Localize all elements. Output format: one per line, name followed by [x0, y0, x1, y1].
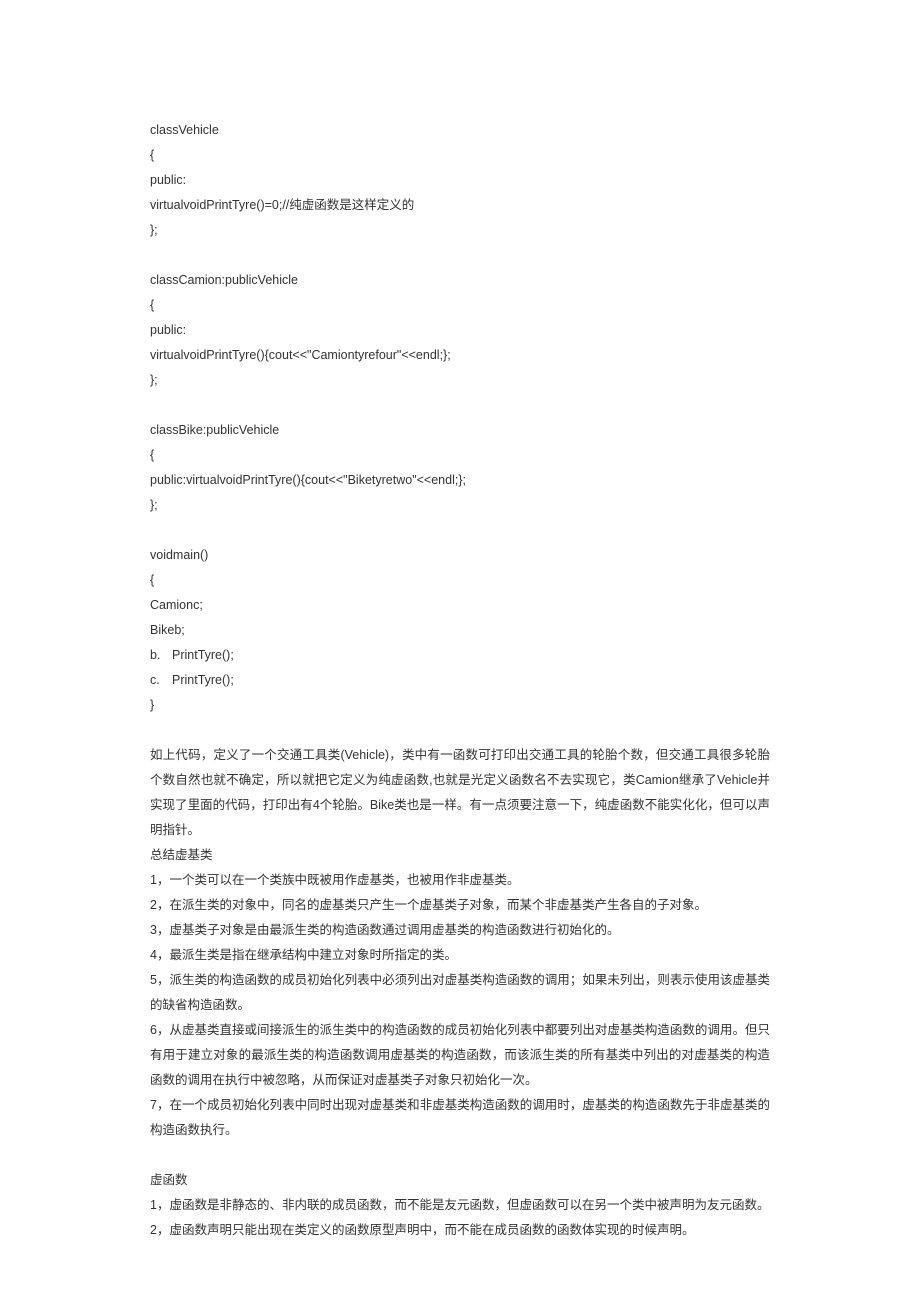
code-line: classCamion:publicVehicle — [150, 268, 770, 293]
code-line: }; — [150, 368, 770, 393]
code-line: { — [150, 568, 770, 593]
code-line: classVehicle — [150, 118, 770, 143]
list-letter: c. — [150, 668, 172, 693]
list-item: 2，在派生类的对象中，同名的虚基类只产生一个虚基类子对象，而某个非虚基类产生各自… — [150, 893, 770, 918]
section-title: 总结虚基类 — [150, 843, 770, 868]
list-item: 1，虚函数是非静态的、非内联的成员函数，而不能是友元函数，但虚函数可以在另一个类… — [150, 1193, 770, 1218]
code-text: PrintTyre(); — [172, 668, 234, 693]
code-line: }; — [150, 218, 770, 243]
code-line: public:virtualvoidPrintTyre(){cout<<"Bik… — [150, 468, 770, 493]
code-line: b. PrintTyre(); — [150, 643, 770, 668]
code-line: }; — [150, 493, 770, 518]
blank-line — [150, 243, 770, 268]
blank-line — [150, 1143, 770, 1168]
document-page: classVehicle { public: virtualvoidPrintT… — [0, 0, 920, 1303]
blank-line — [150, 518, 770, 543]
list-item: 1，一个类可以在一个类族中既被用作虚基类，也被用作非虚基类。 — [150, 868, 770, 893]
code-line: { — [150, 143, 770, 168]
list-item: 2，虚函数声明只能出现在类定义的函数原型声明中，而不能在成员函数的函数体实现的时… — [150, 1218, 770, 1243]
list-item: 4，最派生类是指在继承结构中建立对象时所指定的类。 — [150, 943, 770, 968]
list-item: 3，虚基类子对象是由最派生类的构造函数通过调用虚基类的构造函数进行初始化的。 — [150, 918, 770, 943]
section-title: 虚函数 — [150, 1168, 770, 1193]
code-line: Bikeb; — [150, 618, 770, 643]
code-line: } — [150, 693, 770, 718]
code-line: c. PrintTyre(); — [150, 668, 770, 693]
code-text: PrintTyre(); — [172, 643, 234, 668]
list-item: 5，派生类的构造函数的成员初始化列表中必须列出对虚基类构造函数的调用；如果未列出… — [150, 968, 770, 1018]
code-line: { — [150, 293, 770, 318]
code-line: public: — [150, 318, 770, 343]
code-line: voidmain() — [150, 543, 770, 568]
code-line: virtualvoidPrintTyre()=0;//纯虚函数是这样定义的 — [150, 193, 770, 218]
paragraph: 如上代码，定义了一个交通工具类(Vehicle)，类中有一函数可打印出交通工具的… — [150, 743, 770, 843]
blank-line — [150, 393, 770, 418]
list-item: 6，从虚基类直接或间接派生的派生类中的构造函数的成员初始化列表中都要列出对虚基类… — [150, 1018, 770, 1093]
list-item: 7，在一个成员初始化列表中同时出现对虚基类和非虚基类构造函数的调用时，虚基类的构… — [150, 1093, 770, 1143]
code-line: classBike:publicVehicle — [150, 418, 770, 443]
code-line: public: — [150, 168, 770, 193]
code-line: { — [150, 443, 770, 468]
blank-line — [150, 718, 770, 743]
code-line: virtualvoidPrintTyre(){cout<<"Camiontyre… — [150, 343, 770, 368]
code-line: Camionc; — [150, 593, 770, 618]
list-letter: b. — [150, 643, 172, 668]
